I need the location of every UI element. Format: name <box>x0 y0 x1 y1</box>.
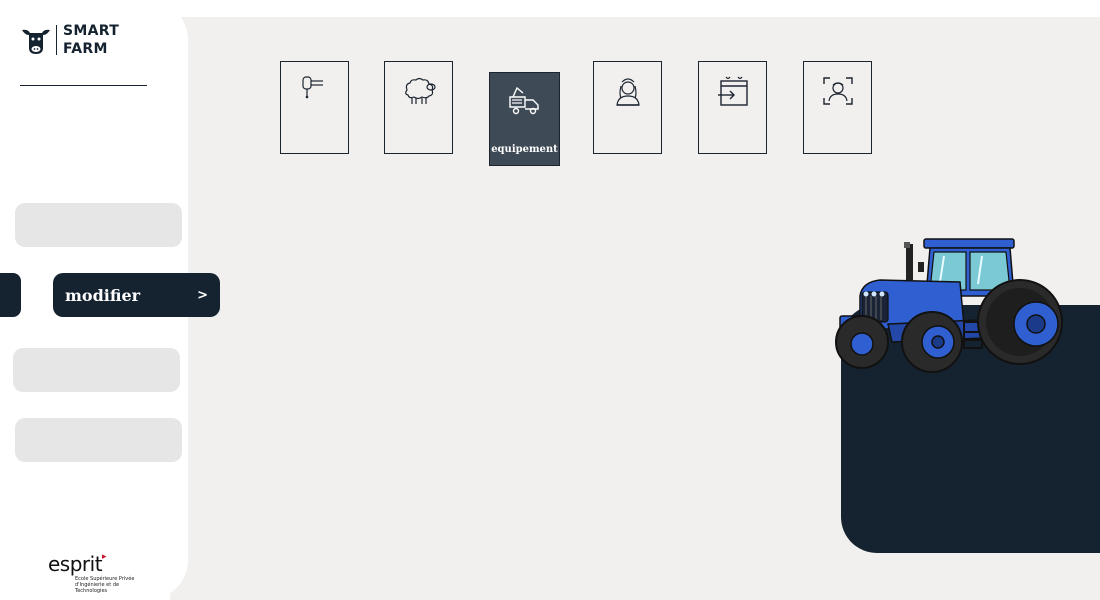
equipment-truck-icon <box>508 86 539 115</box>
brand-logo: SMART FARM <box>20 22 119 58</box>
chevron-right-icon: > <box>197 287 208 303</box>
tile-farmer[interactable] <box>593 61 662 154</box>
esprit-mark-icon: ▸ <box>102 552 107 562</box>
esprit-tagline: Ecole Supérieure Privée d'Ingénierie et … <box>75 576 145 594</box>
logo-separator <box>56 25 57 55</box>
tile-equipement[interactable]: equipement <box>489 72 560 166</box>
esprit-wordmark: esprit <box>48 552 103 576</box>
brand-name: SMART FARM <box>63 22 119 58</box>
brand-line-1: SMART <box>63 23 120 39</box>
tractor-illustration-icon <box>835 238 1063 373</box>
tile-label-equipement: equipement <box>491 144 558 155</box>
esprit-tagline-2: d'Ingénierie et de Technologies <box>75 582 120 594</box>
face-scan-icon <box>822 77 853 105</box>
cow-head-icon <box>22 29 50 54</box>
feeder-icon <box>301 76 323 99</box>
logo-divider <box>20 85 147 86</box>
sidebar-button-4[interactable] <box>15 418 182 462</box>
brand-line-2: FARM <box>63 41 108 57</box>
sidebar-button-1[interactable] <box>15 203 182 247</box>
sidebar-item-label: modifier <box>65 285 141 305</box>
esprit-logo: esprit▸ Ecole Supérieure Privée d'Ingéni… <box>48 552 145 594</box>
farmer-woman-icon <box>615 78 640 106</box>
tile-face-scan[interactable] <box>803 61 872 154</box>
sidebar-item-modifier[interactable]: modifier > <box>53 273 220 317</box>
sidebar-button-3[interactable] <box>13 348 180 392</box>
active-indicator <box>0 273 21 317</box>
sheep-icon <box>404 77 436 104</box>
tile-sheep[interactable] <box>384 61 453 154</box>
calendar-login-icon <box>717 76 748 106</box>
tile-calendar[interactable] <box>698 61 767 154</box>
tile-feeder[interactable] <box>280 61 349 154</box>
